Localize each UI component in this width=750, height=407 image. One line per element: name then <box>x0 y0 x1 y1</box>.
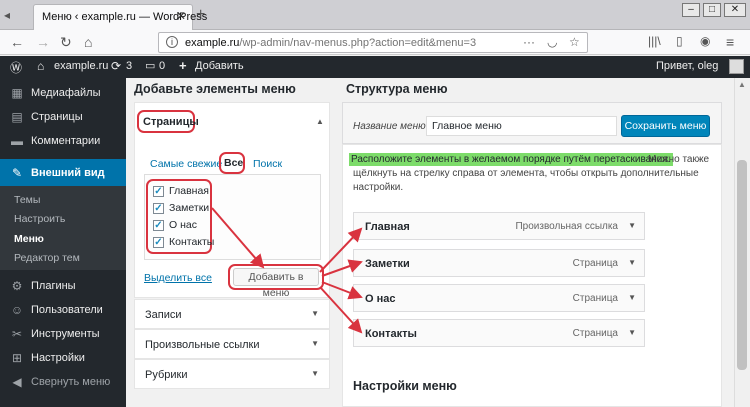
scrollbar-thumb[interactable] <box>737 160 747 370</box>
annotation-arrows <box>211 207 363 334</box>
arrow-checklist-to-button <box>211 207 265 269</box>
scroll-up-icon[interactable]: ▲ <box>738 80 746 89</box>
arrow-to-glavnaya <box>319 227 363 273</box>
